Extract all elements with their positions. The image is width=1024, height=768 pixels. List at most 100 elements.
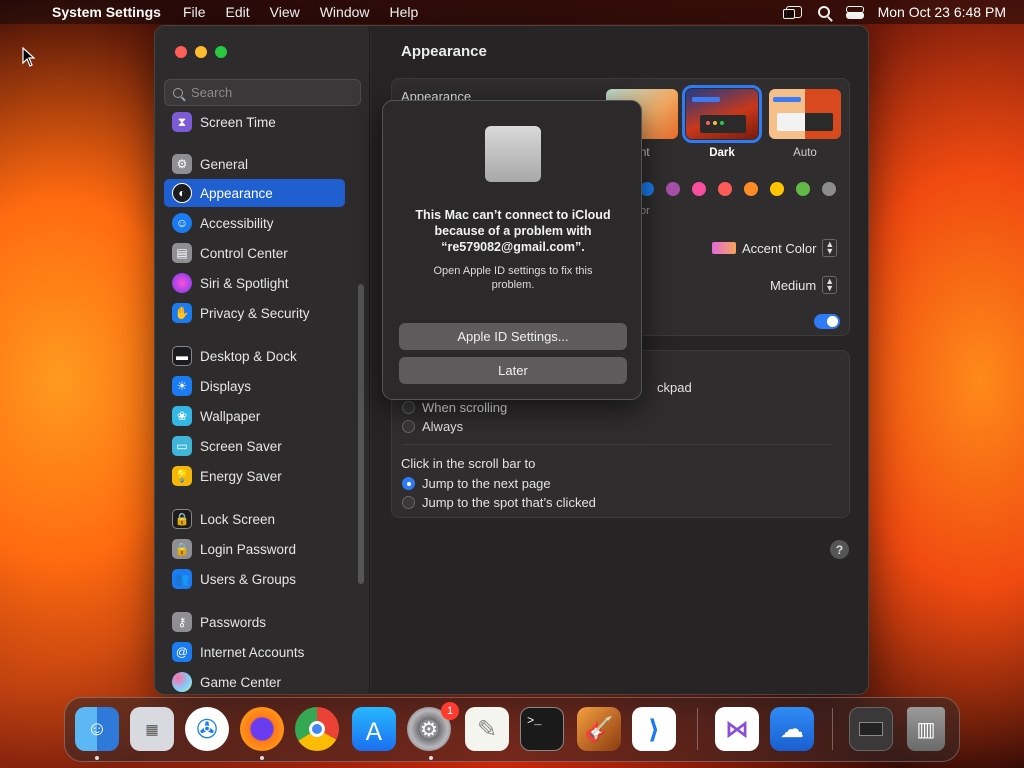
dock-launchpad-icon[interactable]: ▦ [130, 707, 174, 751]
sidebar-item-general[interactable]: ⚙ General [164, 150, 345, 178]
users-icon: 👥 [172, 569, 192, 589]
radio-always[interactable]: Always [402, 419, 463, 434]
radio-jump-to-spot[interactable]: Jump to the spot that’s clicked [402, 495, 596, 510]
dock-firefox-icon[interactable] [240, 707, 284, 751]
window-controls [175, 46, 227, 58]
theme-auto[interactable]: Auto [769, 89, 841, 159]
sidebar-icon-size-popup[interactable]: Medium ▲ ▼ [770, 276, 838, 294]
dock-weather-icon[interactable]: ☁ [770, 707, 814, 751]
running-indicator [429, 756, 433, 760]
control-center-icon: ▤ [172, 243, 192, 263]
sidebar-item-screen-time[interactable]: ⧗ Screen Time [164, 108, 345, 136]
accent-purple[interactable] [666, 182, 680, 196]
page-title: Appearance [401, 43, 487, 60]
updown-chevron-icon: ▲ ▼ [822, 276, 838, 294]
dock-visual-studio-icon[interactable]: ⋈ [715, 707, 759, 751]
running-indicator [260, 756, 264, 760]
app-menu[interactable]: System Settings [52, 4, 161, 20]
hourglass-icon: ⧗ [172, 112, 192, 132]
accent-graphite[interactable] [822, 182, 836, 196]
dock-vscode-icon[interactable]: ⟩ [632, 707, 676, 751]
accent-gradient-swatch [712, 242, 736, 254]
sidebar: ⧗ Screen Time ⚙ General ◐ Appearance ☺ A… [155, 26, 370, 694]
hand-icon: ✋ [172, 303, 192, 323]
at-icon: @ [172, 642, 192, 662]
accent-pink[interactable] [692, 182, 706, 196]
sidebar-item-users-groups[interactable]: 👥 Users & Groups [164, 565, 345, 593]
sidebar-item-game-center[interactable]: Game Center [164, 668, 345, 694]
sidebar-item-siri-spotlight[interactable]: Siri & Spotlight [164, 269, 345, 297]
click-scrollbar-label: Click in the scroll bar to [401, 456, 536, 471]
sidebar-item-login-password[interactable]: 🔒 Login Password [164, 535, 345, 563]
radio-jump-next-page[interactable]: Jump to the next page [402, 476, 551, 491]
dock-finder-icon[interactable]: ☺ [75, 707, 119, 751]
dock-garageband-icon[interactable]: 🎸 [577, 707, 621, 751]
wallpaper-tinting-toggle[interactable] [814, 314, 840, 329]
appearance-icon: ◐ [172, 183, 192, 203]
accent-color-swatches [640, 182, 836, 196]
later-button[interactable]: Later [399, 357, 627, 384]
sidebar-item-accessibility[interactable]: ☺ Accessibility [164, 209, 345, 237]
lock-icon: 🔒 [172, 539, 192, 559]
sidebar-item-control-center[interactable]: ▤ Control Center [164, 239, 345, 267]
dock-chrome-icon[interactable] [295, 707, 339, 751]
dock-trash-icon[interactable]: ▥ [907, 707, 945, 751]
sidebar-search[interactable] [164, 79, 361, 106]
help-button[interactable]: ? [830, 540, 849, 559]
spotlight-icon[interactable] [817, 6, 830, 18]
control-center-icon[interactable] [845, 5, 864, 19]
sidebar-scrollbar[interactable] [358, 284, 364, 584]
theme-dark[interactable]: Dark [682, 85, 762, 159]
accent-blue[interactable] [640, 182, 654, 196]
flower-icon: ❀ [172, 406, 192, 426]
notification-badge: 1 [441, 702, 459, 720]
radio-when-scrolling[interactable]: When scrolling [402, 400, 507, 415]
dock-downloads-stack-icon[interactable] [849, 707, 893, 751]
dock-safari-icon[interactable]: ✇ [185, 707, 229, 751]
running-indicator [95, 756, 99, 760]
zoom-button[interactable] [215, 46, 227, 58]
sun-icon: ☀ [172, 376, 192, 396]
minimize-button[interactable] [195, 46, 207, 58]
menu-edit[interactable]: Edit [226, 4, 250, 20]
stage-manager-icon[interactable] [782, 6, 802, 19]
accent-red[interactable] [718, 182, 732, 196]
dock-app-store-icon[interactable]: Ａ [352, 707, 396, 751]
accent-green[interactable] [796, 182, 810, 196]
scroll-label-fragment: ckpad [657, 380, 692, 395]
accent-yellow[interactable] [770, 182, 784, 196]
menu-file[interactable]: File [183, 4, 206, 20]
key-icon: ⚷ [172, 612, 192, 632]
search-input[interactable] [191, 85, 351, 100]
sidebar-item-displays[interactable]: ☀ Displays [164, 372, 345, 400]
menu-bar: System Settings File Edit View Window He… [0, 0, 1024, 24]
sidebar-item-lock-screen[interactable]: 🔒 Lock Screen [164, 505, 345, 533]
sidebar-item-energy-saver[interactable]: 💡 Energy Saver [164, 462, 345, 490]
close-button[interactable] [175, 46, 187, 58]
sidebar-item-privacy-security[interactable]: ✋ Privacy & Security [164, 299, 345, 327]
screensaver-icon: ▭ [172, 436, 192, 456]
sidebar-item-appearance[interactable]: ◐ Appearance [164, 179, 345, 207]
menu-help[interactable]: Help [390, 4, 419, 20]
sidebar-item-passwords[interactable]: ⚷ Passwords [164, 608, 345, 636]
bulb-icon: 💡 [172, 466, 192, 486]
highlight-color-popup[interactable]: Accent Color ▲ ▼ [712, 239, 838, 257]
dock-separator [832, 708, 833, 750]
apple-id-settings-button[interactable]: Apple ID Settings... [399, 323, 627, 350]
menubar-clock[interactable]: Mon Oct 23 6:48 PM [878, 4, 1006, 20]
alert-title: This Mac can’t connect to iCloud because… [415, 208, 611, 254]
apple-logo-icon [485, 126, 541, 182]
accent-orange[interactable] [744, 182, 758, 196]
siri-icon [172, 273, 192, 293]
sidebar-item-internet-accounts[interactable]: @ Internet Accounts [164, 638, 345, 666]
sidebar-item-screen-saver[interactable]: ▭ Screen Saver [164, 432, 345, 460]
search-icon [173, 87, 183, 98]
dock-textedit-icon[interactable]: ✎ [465, 707, 509, 751]
accessibility-icon: ☺ [172, 213, 192, 233]
sidebar-item-wallpaper[interactable]: ❀ Wallpaper [164, 402, 345, 430]
menu-view[interactable]: View [270, 4, 300, 20]
updown-chevron-icon: ▲ ▼ [822, 239, 838, 257]
menu-window[interactable]: Window [320, 4, 370, 20]
sidebar-item-desktop-dock[interactable]: ▬ Desktop & Dock [164, 342, 345, 370]
dock-terminal-icon[interactable]: >_ [520, 707, 564, 751]
